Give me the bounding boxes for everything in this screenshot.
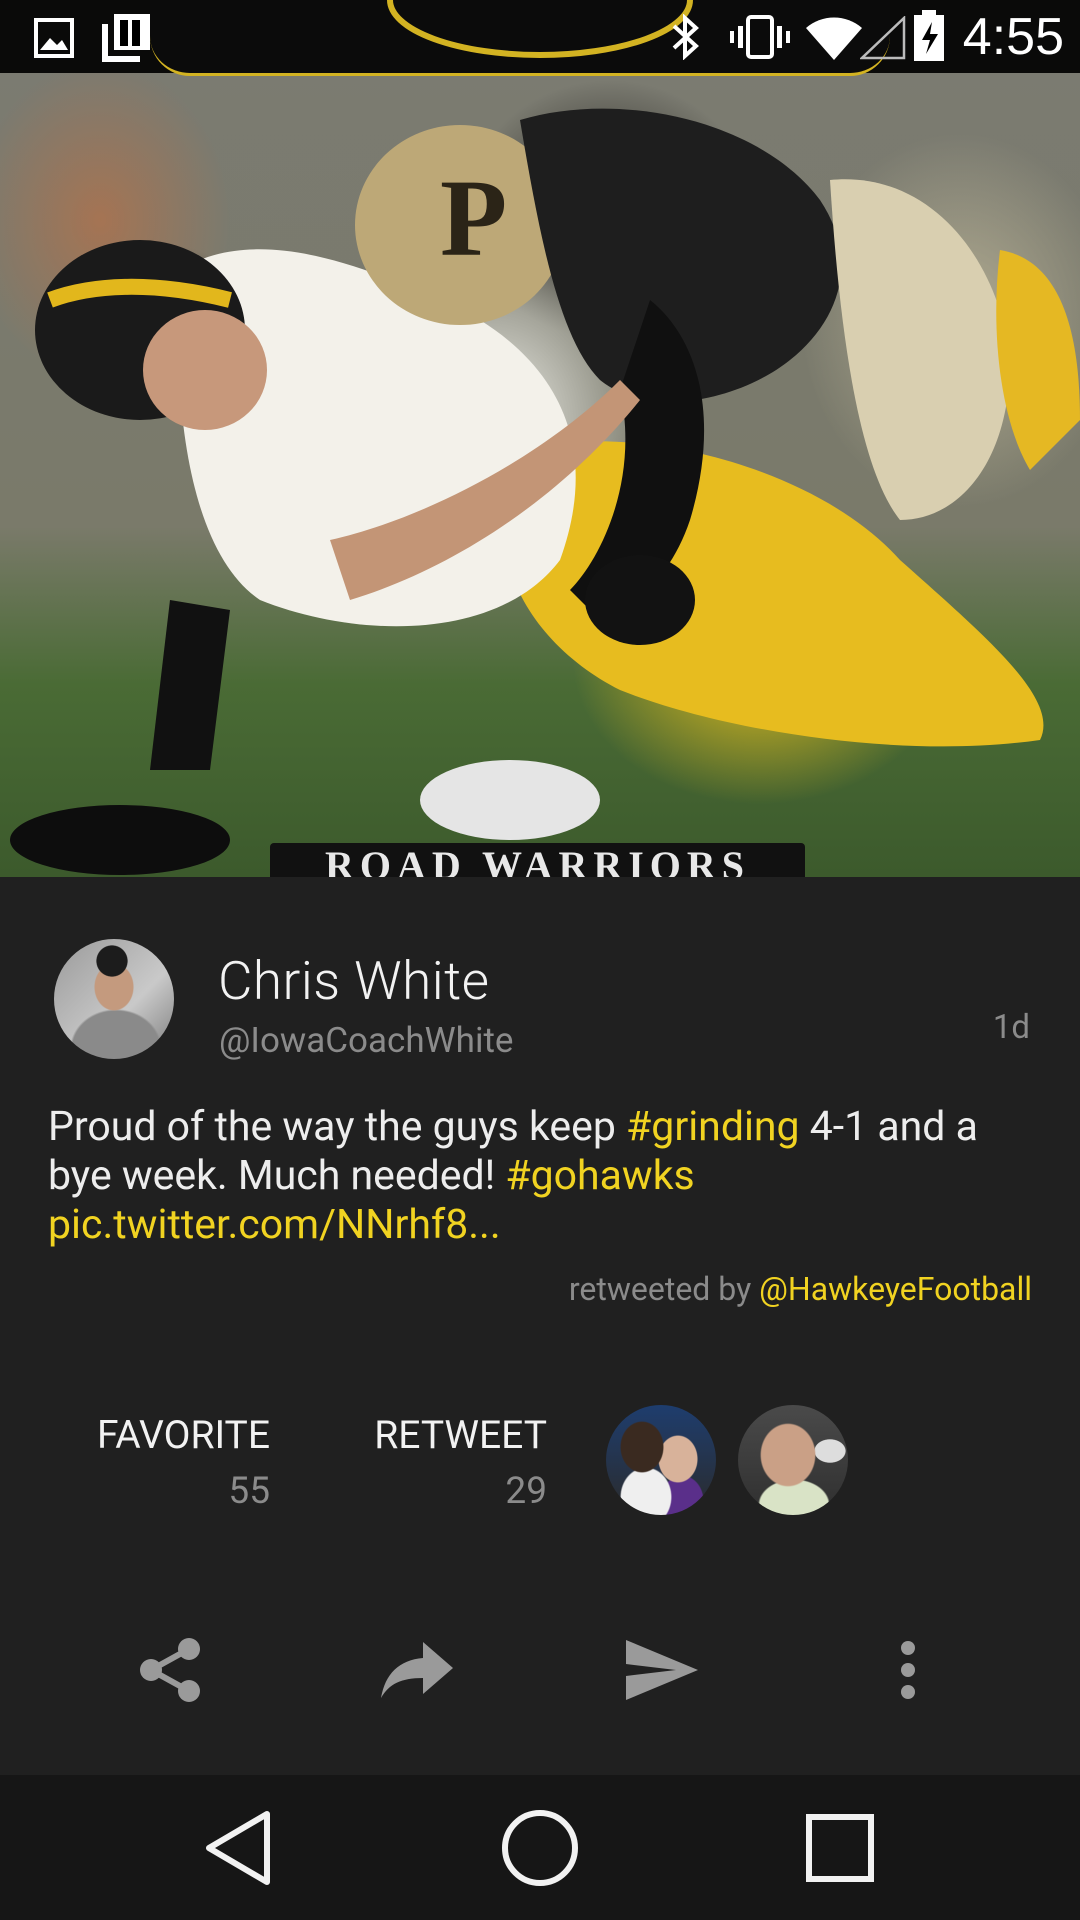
favorite-count[interactable]: 55 xyxy=(60,1470,270,1513)
more-vert-icon xyxy=(901,1641,915,1699)
retweeter-avatar[interactable] xyxy=(606,1405,716,1515)
svg-text:P: P xyxy=(440,157,507,279)
recents-icon xyxy=(806,1813,874,1882)
tweet-text: Proud of the way the guys keep #grinding… xyxy=(48,1103,1038,1250)
media-link[interactable]: pic.twitter.com/NNrhf8... xyxy=(48,1201,501,1249)
retweeted-by-label: retweeted by xyxy=(568,1270,760,1308)
system-navigation-bar xyxy=(0,1775,1080,1920)
recents-button[interactable] xyxy=(770,1775,910,1920)
author-avatar[interactable] xyxy=(54,939,174,1059)
cell-signal-icon xyxy=(860,16,906,60)
back-icon xyxy=(206,1810,270,1885)
retweeted-by-handle-link[interactable]: @HawkeyeFootball xyxy=(759,1270,1032,1308)
photo-illustration: P xyxy=(10,108,1080,875)
share-icon xyxy=(140,1638,200,1702)
favorite-label[interactable]: FAVORITE xyxy=(60,1412,270,1458)
tweet-text-segment: Proud of the way the guys keep xyxy=(48,1103,627,1151)
clipboard-notification-icon xyxy=(102,14,150,62)
retweet-count[interactable]: 29 xyxy=(330,1470,547,1513)
back-button[interactable] xyxy=(168,1775,308,1920)
forward-icon xyxy=(381,1642,453,1698)
author-handle[interactable]: @IowaCoachWhite xyxy=(219,1020,513,1061)
bluetooth-icon xyxy=(672,14,699,60)
status-time: 4:55 xyxy=(962,8,1064,66)
hashtag-link[interactable]: #gohawks xyxy=(505,1152,694,1200)
retweeted-by: retweeted by @HawkeyeFootball xyxy=(569,1270,1032,1308)
retweet-label[interactable]: RETWEET xyxy=(330,1412,547,1458)
wifi-icon xyxy=(806,17,862,60)
more-options-button[interactable] xyxy=(858,1620,958,1720)
photo-banner-text: ROAD WARRIORS xyxy=(270,843,805,877)
status-bar: 4:55 xyxy=(0,0,1080,76)
tweet-photo[interactable]: P ROAD WARRIORS xyxy=(0,0,1080,877)
author-name[interactable]: Chris White xyxy=(218,950,490,1012)
forward-button[interactable] xyxy=(367,1620,467,1720)
image-notification-icon xyxy=(34,18,74,58)
send-button[interactable] xyxy=(612,1620,712,1720)
retweeter-avatar[interactable] xyxy=(738,1405,848,1515)
home-icon xyxy=(502,1809,578,1886)
tweet-timestamp: 1d xyxy=(992,1008,1030,1047)
home-button[interactable] xyxy=(470,1775,610,1920)
hashtag-link[interactable]: #grinding xyxy=(626,1103,800,1151)
battery-charging-icon xyxy=(914,10,944,61)
vibrate-icon xyxy=(730,15,790,59)
share-button[interactable] xyxy=(120,1620,220,1720)
send-icon xyxy=(626,1640,698,1700)
